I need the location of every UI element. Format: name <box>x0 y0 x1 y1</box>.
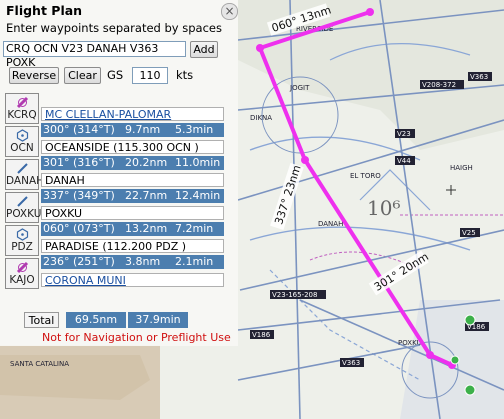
leg-time: 5.3min <box>175 123 214 136</box>
waypoint-id: DANAH <box>6 175 45 187</box>
fix-icon <box>17 196 28 207</box>
add-button[interactable]: Add <box>190 41 218 58</box>
map-place-label: EL TORO <box>350 172 381 180</box>
instructions-text: Enter waypoints separated by spaces <box>6 21 222 35</box>
total-label: Total <box>24 312 59 328</box>
waypoint-button-poxku[interactable]: POXKU <box>5 192 42 223</box>
airport-icon <box>16 261 29 274</box>
airway-label: V44 <box>397 157 411 165</box>
navigation-warning: Not for Navigation or Preflight Use <box>42 331 231 344</box>
leg-distance: 22.7nm <box>125 189 168 202</box>
navaid-icon <box>464 314 476 326</box>
airway-label: V23-165-208 <box>272 291 317 299</box>
leg-distance: 9.7nm <box>125 123 161 136</box>
ground-speed-label: GS <box>107 68 124 82</box>
route-waypoint-marker[interactable] <box>301 156 309 164</box>
leg-row: 337° (349°T) 22.7nm 12.4min <box>41 189 224 203</box>
leg-course: 337° (349°T) <box>43 189 115 202</box>
leg-time: 11.0min <box>175 156 221 169</box>
leg-distance: 3.8nm <box>125 255 161 268</box>
airway-label: V186 <box>252 331 271 339</box>
reverse-button[interactable]: Reverse <box>9 67 59 84</box>
airway-label: V208-372 <box>422 81 456 89</box>
total-time: 37.9min <box>128 312 188 328</box>
route-waypoint-marker[interactable] <box>256 44 264 52</box>
ground-speed-input[interactable]: 110 <box>132 67 168 84</box>
route-waypoint-marker[interactable] <box>426 351 434 359</box>
leg-time: 2.1min <box>175 255 214 268</box>
map-place-label: SANTA CATALINA <box>10 360 69 368</box>
route-input[interactable]: CRQ OCN V23 DANAH V363 POXK <box>3 41 186 69</box>
waypoint-id: KCRQ <box>7 109 37 121</box>
airway-label: V363 <box>470 73 488 81</box>
airway-label: V363 <box>342 359 360 367</box>
sector-altitude-label: 10⁶ <box>367 196 400 220</box>
waypoint-name: POXKU <box>41 206 224 220</box>
leg-course: 301° (316°T) <box>43 156 115 169</box>
leg-course: 300° (314°T) <box>43 123 115 136</box>
leg-distance: 20.2nm <box>125 156 168 169</box>
navaid-icon <box>450 355 460 365</box>
waypoint-id: PDZ <box>11 241 33 253</box>
vor-icon <box>16 129 29 142</box>
waypoint-name: OCEANSIDE (115.300 OCN ) <box>41 140 224 154</box>
leg-row: 060° (073°T) 13.2nm 7.2min <box>41 222 224 236</box>
airway-label: V23 <box>397 130 411 138</box>
leg-time: 12.4min <box>175 189 221 202</box>
map-place-label: POXKU <box>398 339 422 347</box>
waypoint-name-link[interactable]: MC CLELLAN-PALOMAR <box>41 107 224 121</box>
airway-label: V25 <box>462 229 476 237</box>
waypoint-name: DANAH <box>41 173 224 187</box>
clear-button[interactable]: Clear <box>64 67 101 84</box>
waypoint-id: OCN <box>10 142 34 154</box>
waypoint-id: KAJO <box>9 274 35 286</box>
waypoint-id: POXKU <box>6 208 42 220</box>
leg-time: 7.2min <box>175 222 214 235</box>
waypoint-button-pdz[interactable]: PDZ <box>5 225 39 256</box>
waypoint-button-ocn[interactable]: OCN <box>5 126 39 157</box>
airport-icon <box>16 96 29 109</box>
leg-row: 236° (251°T) 3.8nm 2.1min <box>41 255 224 269</box>
leg-row: 301° (316°T) 20.2nm 11.0min <box>41 156 224 170</box>
map-place-label: DANAH <box>318 220 343 228</box>
waypoint-button-danah[interactable]: DANAH <box>5 159 45 190</box>
map-place-label: JOGIT <box>289 84 310 92</box>
leg-course: 236° (251°T) <box>43 255 115 268</box>
total-distance: 69.5nm <box>66 312 126 328</box>
waypoint-button-kajo[interactable]: KAJO <box>5 258 39 289</box>
route-waypoint-marker[interactable] <box>366 8 374 16</box>
close-icon[interactable]: × <box>221 3 238 20</box>
map-place-label: HAIGH <box>450 164 473 172</box>
ground-speed-unit: kts <box>176 68 194 82</box>
panel-title: Flight Plan <box>6 3 83 18</box>
fix-icon <box>17 163 28 174</box>
map-place-label: DIKNA <box>250 114 272 122</box>
flight-plan-panel: Flight Plan × Enter waypoints separated … <box>0 0 238 346</box>
leg-row: 300° (314°T) 9.7nm 5.3min <box>41 123 224 137</box>
waypoint-name-link[interactable]: CORONA MUNI <box>41 273 224 287</box>
waypoint-name: PARADISE (112.200 PDZ ) <box>41 239 224 253</box>
navaid-icon <box>464 384 476 396</box>
leg-distance: 13.2nm <box>125 222 168 235</box>
vor-icon <box>16 228 29 241</box>
waypoint-button-kcrq[interactable]: KCRQ <box>5 93 39 124</box>
leg-course: 060° (073°T) <box>43 222 115 235</box>
